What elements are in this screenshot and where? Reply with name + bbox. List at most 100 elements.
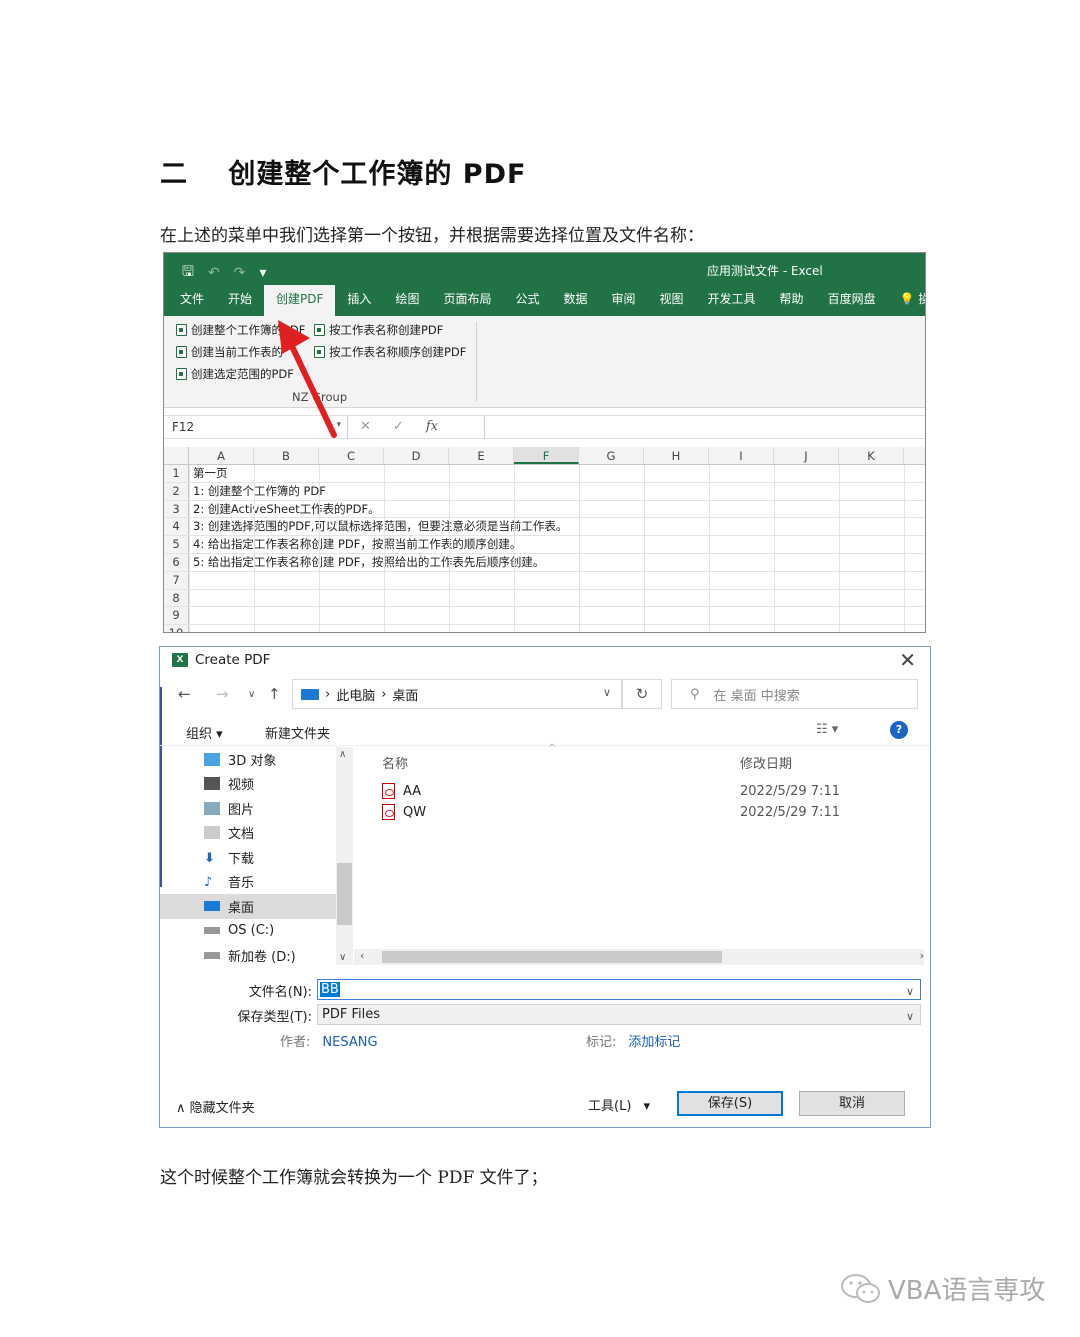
column-header[interactable]: G: [579, 447, 644, 464]
row-header[interactable]: 9: [164, 607, 189, 625]
tree-item-videos[interactable]: 视频: [160, 772, 336, 797]
create-sheet-pdf-button[interactable]: 创建当前工作表的: [176, 344, 283, 360]
author-value[interactable]: NESANG: [322, 1035, 377, 1050]
breadcrumb-desktop[interactable]: 桌面: [392, 685, 418, 704]
column-header[interactable]: D: [384, 447, 449, 464]
column-header[interactable]: C: [319, 447, 384, 464]
horizontal-scrollbar[interactable]: ‹ ›: [354, 949, 924, 965]
tab-help[interactable]: 帮助: [768, 285, 816, 316]
chevron-down-icon[interactable]: ∨: [603, 686, 611, 699]
tab-review[interactable]: 审阅: [600, 285, 648, 316]
view-options-icon[interactable]: ☷ ▾: [816, 722, 838, 737]
tree-item-3d-objects[interactable]: 3D 对象: [160, 747, 336, 772]
column-header[interactable]: I: [709, 447, 774, 464]
back-arrow-icon[interactable]: ←: [178, 685, 191, 703]
enter-icon[interactable]: ✓: [393, 419, 404, 434]
up-arrow-icon[interactable]: ↑: [268, 685, 281, 703]
filetype-select[interactable]: PDF Files ∨: [317, 1004, 921, 1025]
chevron-down-icon[interactable]: ∨: [906, 982, 914, 1001]
add-tags-link[interactable]: 添加标记: [628, 1035, 680, 1050]
tab-insert[interactable]: 插入: [335, 285, 383, 316]
tree-item-pictures[interactable]: 图片: [160, 796, 336, 821]
search-input[interactable]: ⚲ 在 桌面 中搜索: [671, 679, 918, 709]
chevron-up-icon[interactable]: ∧: [339, 749, 346, 760]
tab-baidu-netdisk[interactable]: 百度网盘: [816, 285, 888, 316]
undo-icon[interactable]: ↶: [208, 265, 220, 281]
close-icon[interactable]: ✕: [899, 648, 916, 672]
customize-toolbar-icon[interactable]: ▾: [259, 265, 266, 281]
select-all-corner[interactable]: [164, 447, 189, 464]
tree-item-desktop[interactable]: 桌面: [160, 894, 336, 919]
row-header[interactable]: 2: [164, 482, 189, 500]
tab-formulas[interactable]: 公式: [503, 285, 551, 316]
tab-data[interactable]: 数据: [551, 285, 599, 316]
new-folder-button[interactable]: 新建文件夹: [265, 723, 330, 742]
cancel-button[interactable]: 取消: [799, 1091, 905, 1116]
tab-developer[interactable]: 开发工具: [696, 285, 768, 316]
tree-item-drive-c[interactable]: OS (C:): [160, 919, 336, 944]
refresh-button[interactable]: ↻: [622, 679, 662, 709]
recent-locations-icon[interactable]: ∨: [248, 689, 255, 700]
insert-function-icon[interactable]: fx: [426, 419, 438, 434]
cancel-icon[interactable]: ✕: [360, 419, 371, 434]
column-header[interactable]: A: [189, 447, 254, 464]
column-header[interactable]: J: [774, 447, 839, 464]
cell[interactable]: 1: 创建整个工作簿的 PDF: [189, 483, 326, 500]
row-header[interactable]: 1: [164, 465, 189, 482]
list-item[interactable]: QW: [382, 804, 426, 820]
save-button[interactable]: 保存(S): [677, 1091, 783, 1116]
filename-input[interactable]: BB ∨: [317, 979, 921, 1000]
tab-file[interactable]: 文件: [168, 285, 216, 316]
cell[interactable]: 第一页: [189, 465, 228, 482]
cell[interactable]: 3: 创建选择范围的PDF,可以鼠标选择范围，但要注意必须是当前工作表。: [189, 518, 567, 535]
tab-home[interactable]: 开始: [216, 285, 264, 316]
tree-item-drive-d[interactable]: 新加卷 (D:): [160, 943, 336, 965]
tree-item-music[interactable]: ♪ 音乐: [160, 870, 336, 895]
tree-item-documents[interactable]: 文档: [160, 821, 336, 846]
tab-create-pdf[interactable]: 创建PDF: [264, 285, 336, 316]
column-header[interactable]: K: [839, 447, 904, 464]
chevron-down-icon[interactable]: ∨: [339, 952, 346, 963]
tree-scrollbar[interactable]: ∧ ∨: [336, 747, 353, 965]
column-header[interactable]: E: [449, 447, 514, 464]
row-header[interactable]: 4: [164, 518, 189, 536]
column-header[interactable]: B: [254, 447, 319, 464]
row-header[interactable]: 10: [164, 625, 189, 632]
hide-folders-toggle[interactable]: ∧ 隐藏文件夹: [176, 1097, 255, 1116]
tell-me[interactable]: 💡 操: [888, 285, 925, 316]
save-icon[interactable]: 🖫: [182, 261, 194, 285]
forward-arrow-icon[interactable]: →: [216, 685, 229, 703]
organize-button[interactable]: 组织 ▾: [186, 723, 223, 742]
cell[interactable]: [189, 607, 193, 624]
scrollbar-thumb[interactable]: [382, 951, 722, 963]
row-header[interactable]: 7: [164, 571, 189, 589]
tab-page-layout[interactable]: 页面布局: [431, 285, 503, 316]
scrollbar-thumb[interactable]: [337, 863, 352, 925]
breadcrumb-this-pc[interactable]: 此电脑: [336, 685, 375, 704]
row-header[interactable]: 3: [164, 500, 189, 518]
cell[interactable]: [189, 572, 193, 589]
cell[interactable]: [189, 590, 193, 607]
cell[interactable]: [189, 625, 193, 632]
worksheet-grid[interactable]: A B C D E F G H I J K 1 第一页 2 1: 创建整个工作簿的 …: [164, 447, 925, 632]
address-bar[interactable]: › 此电脑 › 桌面 ∨: [292, 679, 622, 709]
help-icon[interactable]: ?: [890, 721, 908, 739]
cell[interactable]: 4: 给出指定工作表名称创建 PDF，按照当前工作表的顺序创建。: [189, 536, 521, 553]
column-header-date[interactable]: 修改日期: [740, 753, 792, 772]
cell[interactable]: 5: 给出指定工作表名称创建 PDF，按照给出的工作表先后顺序创建。: [189, 554, 544, 571]
list-item[interactable]: AA: [382, 783, 421, 799]
tools-menu[interactable]: 工具(L) ▾: [588, 1095, 650, 1114]
tab-draw[interactable]: 绘图: [383, 285, 431, 316]
row-header[interactable]: 5: [164, 536, 189, 553]
chevron-left-icon[interactable]: ‹: [360, 949, 364, 962]
cell[interactable]: 2: 创建ActiveSheet工作表的PDF。: [189, 501, 380, 518]
chevron-right-icon[interactable]: ›: [920, 949, 924, 962]
tree-item-downloads[interactable]: ⬇ 下载: [160, 845, 336, 870]
row-header[interactable]: 8: [164, 589, 189, 607]
column-header[interactable]: H: [644, 447, 709, 464]
column-header-name[interactable]: 名称: [382, 753, 408, 772]
row-header[interactable]: 6: [164, 553, 189, 571]
tab-view[interactable]: 视图: [648, 285, 696, 316]
column-header-selected[interactable]: F: [514, 447, 579, 464]
redo-icon[interactable]: ↷: [234, 265, 246, 281]
